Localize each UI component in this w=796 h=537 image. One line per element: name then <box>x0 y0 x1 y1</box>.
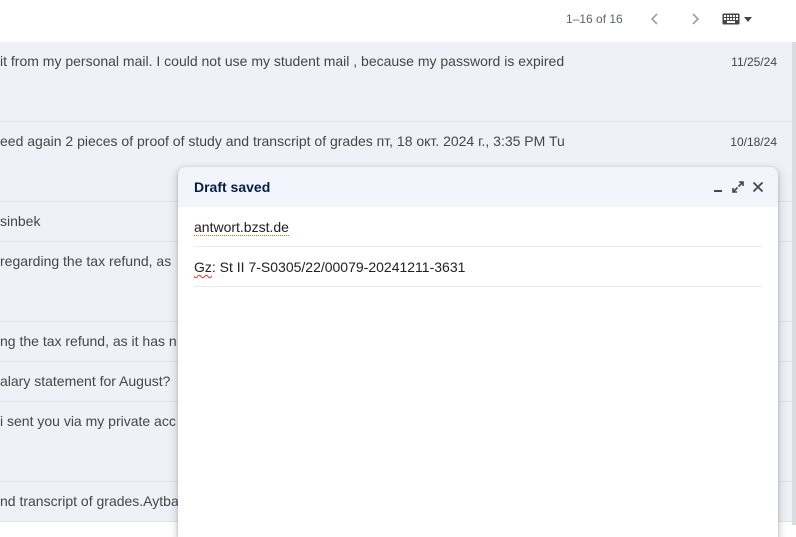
minimize-button[interactable] <box>710 179 726 195</box>
email-snippet: regarding the tax refund, as <box>0 253 172 269</box>
list-toolbar: 1–16 of 16 <box>0 0 796 43</box>
subject-rest: : St II 7-S0305/22/00079-20241211-3631 <box>211 259 466 275</box>
subject-prefix: Gz <box>194 259 212 275</box>
compose-window: Draft saved antwort.bzst.de Gz: St II 7-… <box>178 167 778 537</box>
email-row[interactable]: it from my personal mail. I could not us… <box>0 42 792 122</box>
email-snippet: ng the tax refund, as it has n <box>0 333 177 349</box>
scrollbar[interactable] <box>792 42 796 525</box>
input-tools-button[interactable] <box>722 10 758 28</box>
minimize-icon <box>714 190 722 192</box>
recipient-address: antwort.bzst.de <box>194 219 289 236</box>
email-snippet: it from my personal mail. I could not us… <box>0 53 565 69</box>
compose-title: Draft saved <box>194 179 271 195</box>
fullscreen-button[interactable] <box>730 179 746 195</box>
newer-button[interactable] <box>683 8 707 30</box>
email-snippet: alary statement for August? <box>0 373 171 389</box>
subject-text: Gz: St II 7-S0305/22/00079-20241211-3631 <box>194 259 465 275</box>
keyboard-icon <box>722 13 740 25</box>
chevron-left-icon <box>650 13 658 25</box>
message-body[interactable] <box>194 291 762 521</box>
expand-icon <box>732 181 744 193</box>
compose-header[interactable]: Draft saved <box>178 167 778 207</box>
email-snippet: i sent you via my private acc <box>0 413 176 429</box>
email-snippet: sinbek <box>0 213 41 229</box>
pagination-count: 1–16 of 16 <box>566 12 623 26</box>
subject-field[interactable]: Gz: St II 7-S0305/22/00079-20241211-3631 <box>194 247 762 287</box>
recipients-field[interactable]: antwort.bzst.de <box>194 207 762 247</box>
email-date: 11/25/24 <box>731 55 777 69</box>
close-button[interactable] <box>750 179 766 195</box>
email-snippet: eed again 2 pieces of proof of study and… <box>0 133 565 149</box>
close-icon <box>752 181 764 193</box>
dropdown-arrow-icon <box>744 16 752 22</box>
chevron-right-icon <box>692 13 700 25</box>
recipient-chip: antwort.bzst.de <box>194 219 289 236</box>
older-button[interactable] <box>643 8 667 30</box>
email-snippet: nd transcript of grades.Aytba <box>0 493 178 509</box>
email-date: 10/18/24 <box>730 135 777 149</box>
